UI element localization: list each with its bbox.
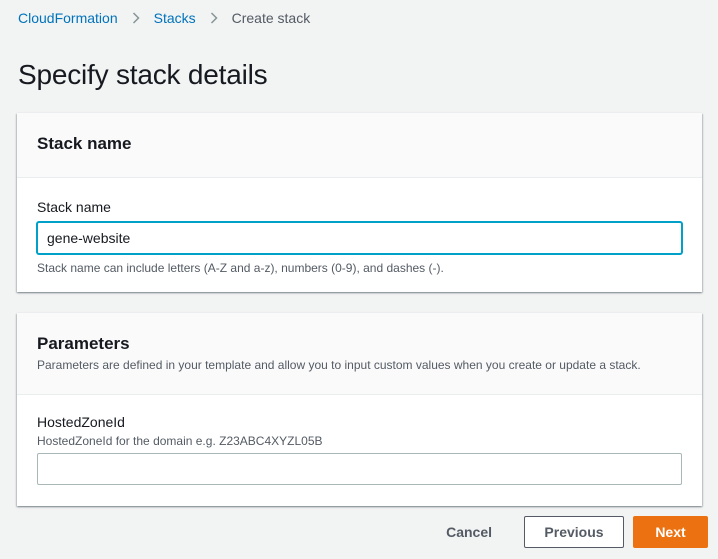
hosted-zone-id-label: HostedZoneId xyxy=(37,414,125,430)
parameters-panel-description: Parameters are defined in your template … xyxy=(37,358,641,372)
parameters-panel-body: HostedZoneId HostedZoneId for the domain… xyxy=(17,395,702,485)
breadcrumb-stacks[interactable]: Stacks xyxy=(154,10,196,26)
parameters-panel-title: Parameters xyxy=(37,334,130,353)
stack-name-panel-body: Stack name Stack name can include letter… xyxy=(17,178,702,276)
next-button[interactable]: Next xyxy=(633,516,708,548)
cancel-button[interactable]: Cancel xyxy=(426,516,512,548)
hosted-zone-id-input[interactable] xyxy=(37,453,682,485)
breadcrumb: CloudFormation Stacks Create stack xyxy=(18,9,310,27)
stack-name-label: Stack name xyxy=(37,199,111,215)
breadcrumb-current: Create stack xyxy=(231,10,311,26)
stack-name-panel-title: Stack name xyxy=(37,134,132,153)
stack-name-panel-header: Stack name xyxy=(17,113,702,178)
chevron-right-icon xyxy=(202,11,226,25)
parameters-panel: Parameters Parameters are defined in you… xyxy=(17,313,702,506)
previous-button[interactable]: Previous xyxy=(524,516,624,548)
stack-name-panel: Stack name Stack name Stack name can inc… xyxy=(17,113,702,292)
stack-name-input[interactable] xyxy=(37,222,682,254)
form-actions: Cancel Previous Next xyxy=(426,516,708,548)
page-title: Specify stack details xyxy=(18,59,268,90)
parameters-panel-header: Parameters Parameters are defined in you… xyxy=(17,313,702,395)
chevron-right-icon xyxy=(124,11,148,25)
breadcrumb-cloudformation[interactable]: CloudFormation xyxy=(18,10,118,26)
stack-name-constraint: Stack name can include letters (A-Z and … xyxy=(37,261,444,275)
hosted-zone-id-description: HostedZoneId for the domain e.g. Z23ABC4… xyxy=(37,434,323,448)
